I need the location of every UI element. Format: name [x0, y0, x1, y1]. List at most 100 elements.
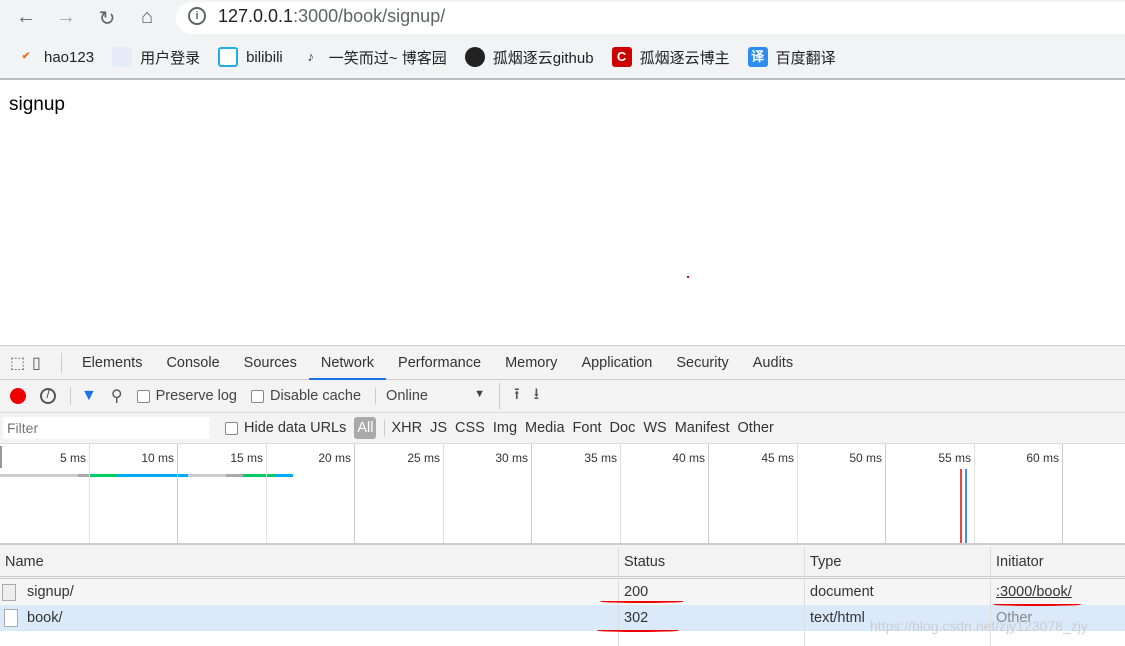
url-path: :3000/book/signup/ — [293, 6, 446, 26]
timeline-bar-waiting — [90, 474, 118, 477]
document-icon — [2, 584, 16, 601]
timeline-gridline — [797, 444, 798, 543]
bookmark-label: 用户登录 — [140, 49, 201, 67]
request-initiator-link[interactable]: :3000/book/ — [991, 579, 1072, 605]
request-type: text/html — [810, 610, 865, 626]
type-filter-all[interactable]: All — [354, 417, 377, 439]
header-type[interactable]: Type — [805, 545, 841, 576]
type-filter-font[interactable]: Font — [573, 420, 602, 436]
timeline-gridline — [885, 444, 886, 543]
bookmark-csdn[interactable]: C 孤烟逐云博主 — [611, 47, 730, 68]
blank-page-icon — [112, 47, 133, 67]
timeline-gridline — [89, 444, 90, 543]
header-status[interactable]: Status — [619, 545, 665, 576]
record-icon[interactable] — [10, 388, 26, 404]
request-name[interactable]: signup/ — [22, 579, 74, 605]
timeline-overview[interactable]: 5 ms 10 ms 15 ms 20 ms 25 ms 30 ms 35 ms 40 ms 4… — [0, 444, 1125, 545]
timeline-tick-label: 50 ms — [849, 451, 882, 465]
preserve-log-checkbox[interactable]: Preserve log — [136, 388, 237, 404]
load-event-line — [960, 469, 962, 543]
annotation-underline — [597, 629, 679, 632]
bookmarks-bar: ✔ hao123 用户登录 bilibili ♪ 一笑而过~ 博客园 孤烟逐云git… — [0, 36, 1125, 80]
timeline-handle-left[interactable] — [0, 446, 2, 468]
bookmark-hao123[interactable]: ✔ hao123 — [16, 47, 94, 67]
export-har-icon[interactable]: ⭳ — [534, 383, 540, 410]
type-filter-ws[interactable]: WS — [643, 420, 666, 436]
type-filter-js[interactable]: JS — [430, 420, 447, 436]
requests-table-header: Name Status Type Initiator — [0, 545, 1125, 579]
timeline-gridline — [443, 444, 444, 543]
devtools-tabs: ⬚ ▯ Elements Console Sources Network Per… — [0, 345, 1125, 380]
timeline-gridline — [708, 444, 709, 543]
type-filter-css[interactable]: CSS — [455, 420, 485, 436]
disable-cache-checkbox[interactable]: Disable cache — [250, 388, 361, 404]
timeline-bar-download-2 — [276, 474, 293, 477]
timeline-tick-label: 55 ms — [938, 451, 971, 465]
tab-memory[interactable]: Memory — [493, 346, 569, 380]
import-har-icon[interactable]: ⭱ — [499, 382, 520, 410]
header-name[interactable]: Name — [0, 545, 44, 576]
type-filter-other[interactable]: Other — [738, 420, 774, 436]
tab-performance[interactable]: Performance — [386, 346, 493, 380]
url-text[interactable]: 127.0.0.1:3000/book/signup/ — [218, 6, 445, 27]
bookmark-label: hao123 — [44, 48, 95, 66]
checkbox-box[interactable] — [250, 389, 264, 403]
tab-sources[interactable]: Sources — [232, 346, 309, 380]
bookmark-bilibili[interactable]: bilibili — [218, 47, 283, 67]
tab-elements[interactable]: Elements — [70, 346, 154, 380]
forward-icon[interactable]: → — [54, 6, 78, 29]
info-icon[interactable]: i — [188, 7, 206, 25]
type-filter-xhr[interactable]: XHR — [384, 420, 422, 436]
watermark: https://blog.csdn.net/zjy123078_zjy — [870, 618, 1088, 634]
reload-icon[interactable]: ↻ — [95, 6, 119, 31]
back-icon[interactable]: ← — [14, 6, 38, 29]
filter-icon[interactable]: ▼ — [70, 387, 97, 405]
type-filter-manifest[interactable]: Manifest — [675, 420, 730, 436]
checkbox-box[interactable] — [136, 389, 150, 403]
red-dot — [687, 276, 689, 278]
table-row[interactable]: signup/ 200 document :3000/book/ — [0, 579, 1125, 605]
hide-data-urls-checkbox[interactable]: Hide data URLs — [225, 420, 346, 436]
timeline-gridline — [1062, 444, 1063, 543]
search-icon[interactable]: ⚲ — [111, 386, 123, 406]
preserve-log-label: Preserve log — [155, 388, 237, 404]
tab-network[interactable]: Network — [308, 346, 387, 380]
type-filter-img[interactable]: Img — [493, 420, 517, 436]
timeline-bar-stalled-2 — [226, 474, 243, 477]
bookmark-label: 孤烟逐云博主 — [639, 49, 730, 67]
clear-icon[interactable]: / — [40, 388, 56, 404]
bookmark-cnblogs[interactable]: ♪ 一笑而过~ 博客园 — [301, 47, 447, 68]
bookmark-baidu-translate[interactable]: 译百度翻译 — [747, 47, 836, 68]
bookmark-github[interactable]: 孤烟逐云github — [464, 47, 594, 68]
inspect-element-icon[interactable]: ⬚ — [10, 353, 32, 373]
bookmark-label: 一笑而过~ 博客园 — [328, 49, 447, 67]
domcontentloaded-line — [965, 469, 967, 543]
timeline-bar-queue-2 — [188, 474, 226, 477]
timeline-tick-label: 15 ms — [230, 451, 263, 465]
header-initiator[interactable]: Initiator — [991, 545, 1044, 576]
type-filter-media[interactable]: Media — [525, 420, 565, 436]
tab-console[interactable]: Console — [154, 346, 231, 380]
throttle-value: Online — [386, 388, 428, 404]
browser-toolbar: ← → ↻ ⌂ i 127.0.0.1:3000/book/signup/ — [0, 0, 1125, 36]
request-name[interactable]: book/ — [22, 605, 62, 631]
page-content: signup — [0, 82, 1125, 345]
type-filter-doc[interactable]: Doc — [610, 420, 636, 436]
timeline-gridline — [974, 444, 975, 543]
timeline-gridline — [266, 444, 267, 543]
tab-application[interactable]: Application — [569, 346, 664, 380]
tab-audits[interactable]: Audits — [741, 346, 805, 380]
dropdown-arrow-icon: ▼ — [474, 388, 486, 400]
tab-security[interactable]: Security — [664, 346, 740, 380]
device-toolbar-icon[interactable]: ▯ — [32, 352, 62, 373]
filter-input[interactable] — [3, 417, 209, 439]
document-icon — [4, 609, 18, 627]
checkbox-box[interactable] — [225, 421, 238, 435]
throttle-select[interactable]: Online ▼ — [375, 388, 485, 404]
hao123-icon: ✔ — [21, 51, 31, 62]
github-icon — [464, 47, 485, 67]
home-icon[interactable]: ⌂ — [135, 6, 159, 29]
request-type: document — [810, 584, 874, 600]
annotation-underline — [600, 600, 684, 603]
bookmark-user-login[interactable]: 用户登录 — [112, 47, 200, 68]
